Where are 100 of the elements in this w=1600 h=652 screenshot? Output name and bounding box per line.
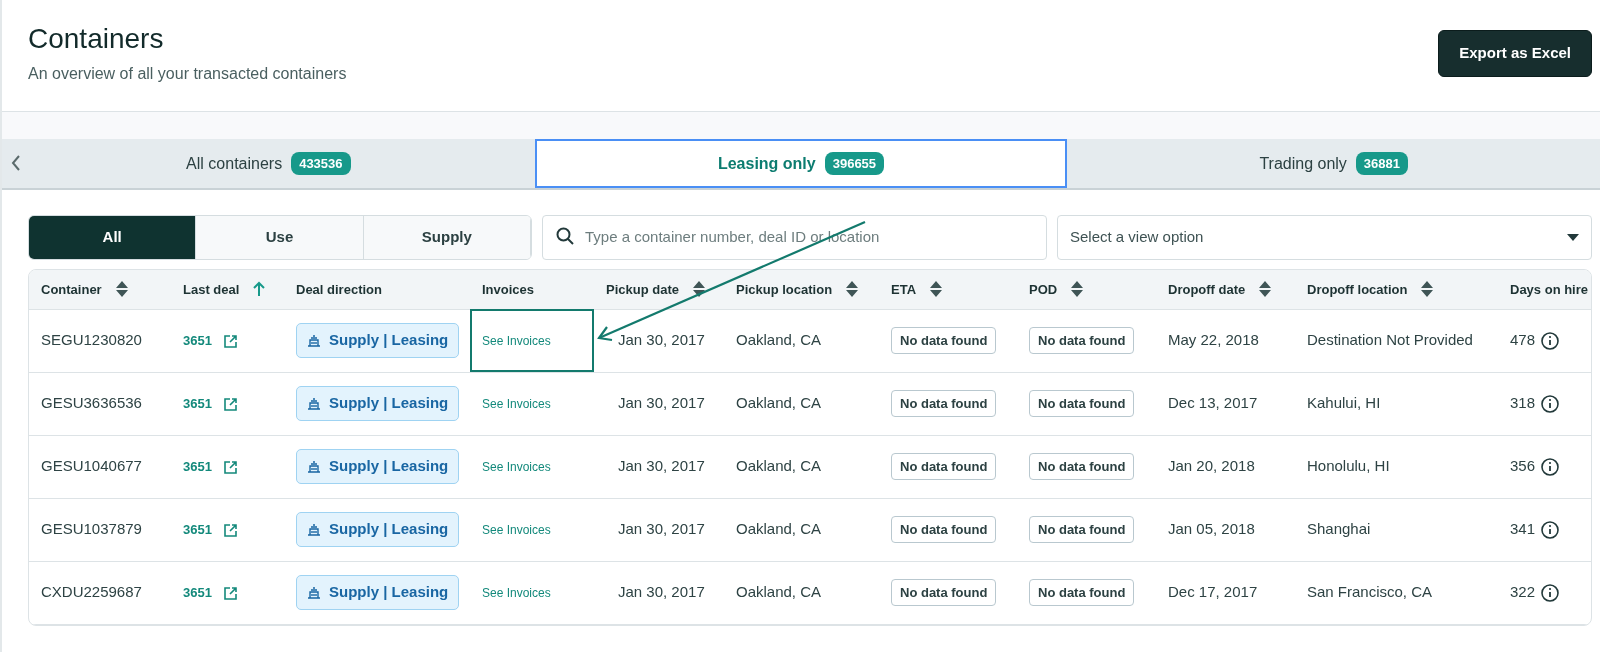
- info-icon[interactable]: [1541, 394, 1560, 413]
- dropoff-date: Dec 13, 2017: [1168, 394, 1258, 412]
- caret-icon: [1567, 233, 1579, 242]
- sort-icon[interactable]: [846, 281, 859, 298]
- external-link-icon: [223, 460, 237, 474]
- deal-direction-badge: Supply | Leasing: [296, 449, 460, 484]
- deal-link[interactable]: 3651: [183, 520, 237, 540]
- filter-button[interactable]: Supply: [363, 216, 531, 259]
- external-link-icon: [223, 397, 237, 411]
- deal-link[interactable]: 3651: [183, 394, 237, 414]
- invoices-link[interactable]: See Invoices: [482, 460, 551, 475]
- days-on-hire: 478: [1510, 330, 1536, 351]
- container-number: GESU3636536: [41, 394, 142, 412]
- pickup-location: Oakland, CA: [736, 583, 822, 601]
- sort-icon[interactable]: [115, 281, 128, 298]
- sort-icon[interactable]: [1071, 281, 1084, 298]
- dropoff-location: San Francisco, CA: [1307, 583, 1433, 601]
- info-icon[interactable]: [1541, 520, 1560, 539]
- chevron-left-icon[interactable]: [10, 154, 22, 172]
- eta-tag: No data found: [891, 326, 997, 355]
- column-header: Invoices: [482, 280, 535, 299]
- column-header: Dropoff date: [1168, 280, 1246, 299]
- building-icon: [307, 334, 321, 347]
- deal-link[interactable]: 3651: [183, 583, 237, 603]
- external-link-icon: [223, 586, 237, 600]
- building-icon: [307, 523, 321, 536]
- column-header: Last deal: [183, 280, 240, 299]
- column-header: Pickup location: [736, 280, 833, 299]
- count-badge: 433536: [291, 151, 351, 176]
- dropoff-location: Honolulu, HI: [1307, 457, 1390, 475]
- container-number: SEGU1230820: [41, 331, 142, 349]
- deal-link[interactable]: 3651: [183, 457, 237, 477]
- deal-direction-badge: Supply | Leasing: [296, 512, 460, 547]
- pickup-date: Jan 30, 2017: [618, 520, 705, 538]
- days-on-hire: 356: [1510, 456, 1536, 477]
- pod-tag: No data found: [1029, 578, 1135, 607]
- deal-direction-badge: Supply | Leasing: [296, 575, 460, 610]
- filter-button[interactable]: All: [29, 216, 197, 259]
- pickup-location: Oakland, CA: [736, 331, 822, 349]
- info-icon[interactable]: [1541, 331, 1560, 350]
- tab[interactable]: All containers 433536: [2, 139, 535, 188]
- pod-tag: No data found: [1029, 389, 1135, 418]
- column-header: Pickup date: [606, 280, 679, 299]
- building-icon: [307, 397, 321, 410]
- column-header: Container: [41, 280, 102, 299]
- column-header: Dropoff location: [1307, 280, 1408, 299]
- sort-icon[interactable]: [1259, 281, 1272, 298]
- dropoff-date: Jan 05, 2018: [1168, 520, 1255, 538]
- export-button[interactable]: Export as Excel: [1438, 30, 1592, 77]
- count-badge: 36881: [1355, 151, 1408, 176]
- pickup-date: Jan 30, 2017: [618, 331, 705, 349]
- column-header: ETA: [891, 280, 917, 299]
- dropoff-location: Shanghai: [1307, 520, 1371, 538]
- pickup-date: Jan 30, 2017: [618, 457, 705, 475]
- info-icon[interactable]: [1541, 457, 1560, 476]
- sort-icon[interactable]: [1421, 281, 1434, 298]
- pickup-date: Jan 30, 2017: [618, 394, 705, 412]
- invoices-link[interactable]: See Invoices: [482, 334, 551, 349]
- column-header: POD: [1029, 280, 1058, 299]
- external-link-icon: [223, 523, 237, 537]
- dropoff-location: Kahului, HI: [1307, 394, 1381, 412]
- pickup-date: Jan 30, 2017: [618, 583, 705, 601]
- page-subtitle: An overview of all your transacted containers: [28, 63, 347, 84]
- pickup-location: Oakland, CA: [736, 394, 822, 412]
- dropoff-date: May 22, 2018: [1168, 331, 1259, 349]
- days-on-hire: 318: [1510, 393, 1536, 414]
- column-header: Deal direction: [296, 280, 382, 299]
- deal-link[interactable]: 3651: [183, 331, 237, 351]
- filter-button[interactable]: Use: [196, 216, 364, 259]
- container-number: GESU1040677: [41, 457, 142, 475]
- external-link-icon: [223, 334, 237, 348]
- dropoff-location: Destination Not Provided: [1307, 331, 1473, 349]
- container-number: GESU1037879: [41, 520, 142, 538]
- search-field[interactable]: Type a container number, deal ID or location: [542, 215, 1047, 260]
- days-on-hire: 341: [1510, 519, 1536, 540]
- container-number: CXDU2259687: [41, 583, 142, 601]
- eta-tag: No data found: [891, 389, 997, 418]
- tab[interactable]: Trading only 36881: [1067, 139, 1600, 188]
- column-header: Days on hire: [1510, 280, 1589, 299]
- building-icon: [307, 460, 321, 473]
- dropoff-date: Jan 20, 2018: [1168, 457, 1255, 475]
- tab[interactable]: Leasing only 396655: [534, 139, 1068, 188]
- pickup-location: Oakland, CA: [736, 457, 822, 475]
- sort-icon[interactable]: [930, 281, 943, 298]
- invoices-link[interactable]: See Invoices: [482, 397, 551, 412]
- pod-tag: No data found: [1029, 515, 1135, 544]
- view-select[interactable]: Select a view option: [1057, 215, 1592, 260]
- invoices-link[interactable]: See Invoices: [482, 586, 551, 601]
- pickup-location: Oakland, CA: [736, 520, 822, 538]
- deal-direction-badge: Supply | Leasing: [296, 323, 460, 358]
- pod-tag: No data found: [1029, 452, 1135, 481]
- sort-icon[interactable]: [692, 281, 705, 298]
- eta-tag: No data found: [891, 452, 997, 481]
- arrow-up-icon[interactable]: [253, 281, 266, 298]
- days-on-hire: 322: [1510, 582, 1536, 603]
- invoices-link[interactable]: See Invoices: [482, 523, 551, 538]
- count-badge: 396655: [824, 151, 885, 176]
- page-title: Containers: [28, 22, 165, 56]
- info-icon[interactable]: [1541, 583, 1560, 602]
- deal-direction-badge: Supply | Leasing: [296, 386, 460, 421]
